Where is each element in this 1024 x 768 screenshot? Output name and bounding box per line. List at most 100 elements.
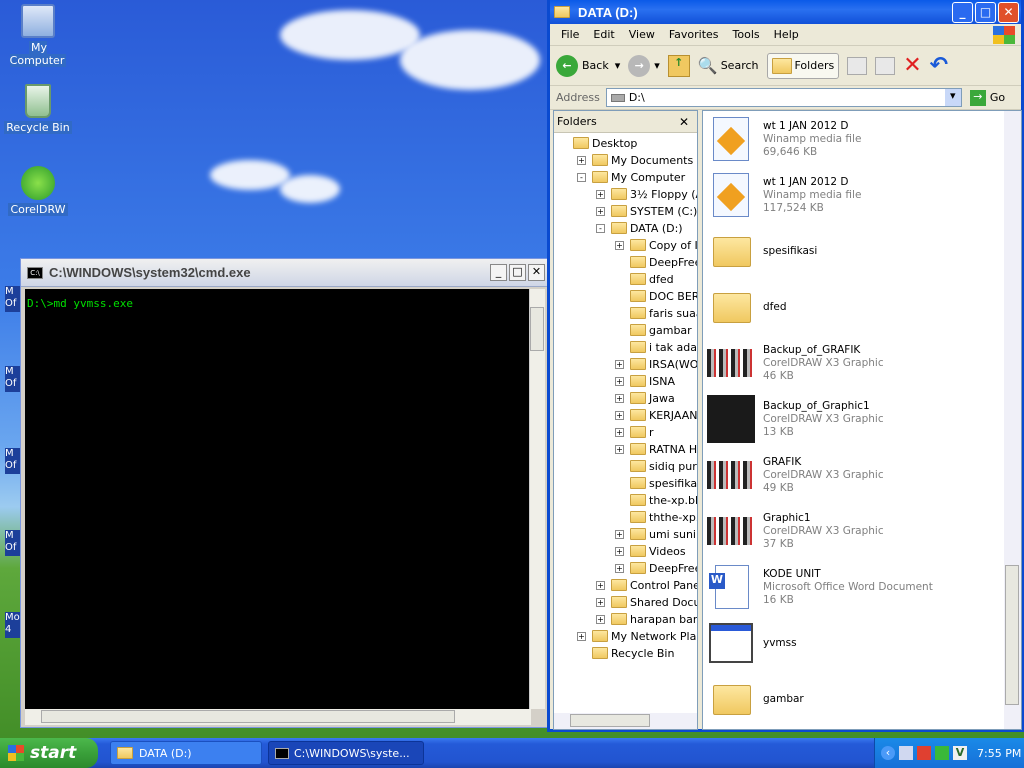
maximize-button[interactable]: □ bbox=[975, 1, 996, 23]
tree-node[interactable]: gambar bbox=[615, 322, 692, 338]
file-item[interactable]: gambar bbox=[707, 673, 804, 725]
folders-button[interactable]: Folders bbox=[766, 52, 840, 79]
menu-file[interactable]: File bbox=[554, 28, 586, 41]
expand-icon[interactable]: + bbox=[615, 410, 624, 420]
collapse-icon[interactable]: - bbox=[596, 223, 605, 233]
file-item[interactable]: Graphic1 CorelDRAW X3 Graphic 37 KB bbox=[707, 505, 884, 557]
chevron-down-icon[interactable]: ▾ bbox=[615, 59, 621, 72]
file-item[interactable]: dfed bbox=[707, 281, 787, 333]
expand-icon[interactable]: + bbox=[596, 580, 605, 590]
file-item[interactable]: W KODE UNIT Microsoft Office Word Document… bbox=[707, 561, 933, 613]
expand-icon[interactable]: + bbox=[615, 240, 624, 250]
tree-node[interactable]: + Jawa bbox=[615, 390, 675, 406]
tree-horizontal-scrollbar[interactable] bbox=[554, 713, 697, 729]
expand-icon[interactable]: + bbox=[596, 597, 605, 607]
tree-node[interactable]: + ISNA bbox=[615, 373, 675, 389]
file-item[interactable]: Backup_of_Graphic1 CorelDRAW X3 Graphic 13… bbox=[707, 393, 884, 445]
tree-node[interactable]: + Control Panel bbox=[596, 577, 697, 593]
expand-icon[interactable]: + bbox=[615, 529, 624, 539]
tray-icon-v[interactable]: V bbox=[953, 746, 967, 760]
desktop-icon-my-computer[interactable]: My Computer bbox=[0, 4, 76, 67]
delete-button[interactable]: ✕ bbox=[903, 53, 921, 78]
file-item[interactable]: Backup_of_GRAFIK CorelDRAW X3 Graphic 46 K… bbox=[707, 337, 884, 389]
expand-icon[interactable]: + bbox=[615, 546, 624, 556]
go-button[interactable]: → Go bbox=[969, 89, 1005, 106]
tree-node[interactable]: - My Computer bbox=[577, 169, 685, 185]
close-button[interactable]: ✕ bbox=[998, 1, 1019, 23]
taskbar-button-cmd[interactable]: C:\WINDOWS\syste... bbox=[268, 741, 424, 765]
minimize-button[interactable]: _ bbox=[952, 1, 973, 23]
cmd-vertical-scrollbar[interactable] bbox=[529, 289, 545, 709]
expand-icon[interactable]: + bbox=[615, 376, 624, 386]
file-list[interactable]: wt 1 JAN 2012 D Winamp media file 69,646 K… bbox=[702, 110, 1022, 730]
tree-node[interactable]: +3½ Floppy (A:) bbox=[596, 186, 697, 202]
cmd-horizontal-scrollbar[interactable] bbox=[25, 709, 531, 725]
expand-icon[interactable]: + bbox=[596, 189, 605, 199]
maximize-button[interactable]: □ bbox=[509, 264, 526, 281]
desktop-icon-coreldraw[interactable]: CorelDRW bbox=[0, 166, 76, 216]
expand-icon[interactable]: + bbox=[615, 427, 624, 437]
menu-tools[interactable]: Tools bbox=[726, 28, 767, 41]
file-item[interactable]: wt 1 JAN 2012 D Winamp media file 117,524 … bbox=[707, 169, 861, 221]
menu-edit[interactable]: Edit bbox=[586, 28, 621, 41]
tree-node[interactable]: + r bbox=[615, 424, 654, 440]
address-input[interactable]: D:\ ▾ bbox=[605, 88, 962, 107]
tree-node[interactable]: DeepFreeze 5 bbox=[615, 254, 697, 270]
forward-button[interactable]: → ▾ bbox=[628, 54, 660, 77]
back-button[interactable]: ← Back ▾ bbox=[556, 54, 621, 77]
chevron-down-icon[interactable]: ▾ bbox=[944, 89, 961, 106]
tree-node[interactable]: + My Documents bbox=[577, 152, 693, 168]
tree-node[interactable]: + umi suni fah bbox=[615, 526, 697, 542]
file-list-scrollbar[interactable] bbox=[1004, 111, 1021, 729]
expand-icon[interactable]: + bbox=[596, 614, 605, 624]
expand-icon[interactable]: + bbox=[577, 631, 586, 641]
expand-icon[interactable]: + bbox=[615, 563, 624, 573]
tray-icon-security[interactable] bbox=[917, 746, 931, 760]
tree-node[interactable]: + DeepFreeze 5 bbox=[615, 560, 697, 576]
cmd-window[interactable]: C:\ C:\WINDOWS\system32\cmd.exe _ □ ✕ D:… bbox=[20, 258, 548, 728]
menu-favorites[interactable]: Favorites bbox=[662, 28, 726, 41]
copy-to-button[interactable] bbox=[875, 56, 896, 75]
tree-node[interactable]: the-xp.blogsp bbox=[615, 492, 697, 508]
close-button[interactable]: ✕ bbox=[528, 264, 545, 281]
tree-node[interactable]: faris suaaaaa bbox=[615, 305, 697, 321]
cmd-title-bar[interactable]: C:\ C:\WINDOWS\system32\cmd.exe _ □ ✕ bbox=[21, 259, 547, 287]
tree-node[interactable]: - DATA (D:) bbox=[596, 220, 683, 236]
scroll-thumb[interactable] bbox=[41, 710, 455, 723]
minimize-button[interactable]: _ bbox=[490, 264, 507, 281]
expand-icon[interactable]: + bbox=[615, 444, 624, 454]
file-item[interactable]: GRAFIK CorelDRAW X3 Graphic 49 KB bbox=[707, 449, 884, 501]
explorer-title-bar[interactable]: DATA (D:) _ □ ✕ bbox=[550, 0, 1021, 24]
tree-node[interactable]: Recycle Bin bbox=[577, 645, 674, 661]
folder-tree[interactable]: Desktop + My Documents - My Computer +3½ Flop… bbox=[554, 135, 697, 707]
tree-node[interactable]: + Shared Document bbox=[596, 594, 697, 610]
up-button[interactable]: ↑ bbox=[667, 54, 690, 77]
expand-icon[interactable]: + bbox=[577, 155, 586, 165]
search-button[interactable]: 🔍 Search bbox=[698, 56, 759, 75]
explorer-window[interactable]: DATA (D:) _ □ ✕ File Edit View Favorites… bbox=[547, 0, 1024, 732]
tree-node[interactable]: + RATNA HAND bbox=[615, 441, 697, 457]
tree-node[interactable]: + Videos bbox=[615, 543, 686, 559]
file-item[interactable]: wt 1 JAN 2012 D Winamp media file 69,646 K… bbox=[707, 113, 861, 165]
scroll-thumb[interactable] bbox=[530, 307, 544, 351]
tree-node[interactable]: ththe-xp.blos bbox=[615, 509, 697, 525]
tray-icon-network[interactable] bbox=[899, 746, 913, 760]
tree-node[interactable]: Desktop bbox=[558, 135, 637, 151]
tree-node[interactable]: + My Network Places bbox=[577, 628, 697, 644]
tree-node[interactable]: + harapan bangsa's bbox=[596, 611, 697, 627]
desktop-icon-recycle-bin[interactable]: Recycle Bin bbox=[0, 84, 76, 134]
tree-node[interactable]: spesifikasi bbox=[615, 475, 697, 491]
file-item[interactable]: spesifikasi bbox=[707, 225, 817, 277]
chevron-down-icon[interactable]: ▾ bbox=[654, 59, 660, 72]
tree-node[interactable]: + KERJAAN bbox=[615, 407, 697, 423]
tree-node[interactable]: + SYSTEM (C:) bbox=[596, 203, 697, 219]
tree-node[interactable]: + IRSA(WORD) bbox=[615, 356, 697, 372]
taskbar-button-explorer[interactable]: DATA (D:) bbox=[110, 741, 262, 765]
expand-icon[interactable]: + bbox=[615, 393, 624, 403]
tree-node[interactable]: DOC BERITA bbox=[615, 288, 697, 304]
tree-node[interactable]: + Copy of ISNA bbox=[615, 237, 697, 253]
tree-node[interactable]: dfed bbox=[615, 271, 674, 287]
scroll-thumb[interactable] bbox=[1005, 565, 1019, 705]
menu-help[interactable]: Help bbox=[767, 28, 806, 41]
move-to-button[interactable] bbox=[847, 56, 868, 75]
